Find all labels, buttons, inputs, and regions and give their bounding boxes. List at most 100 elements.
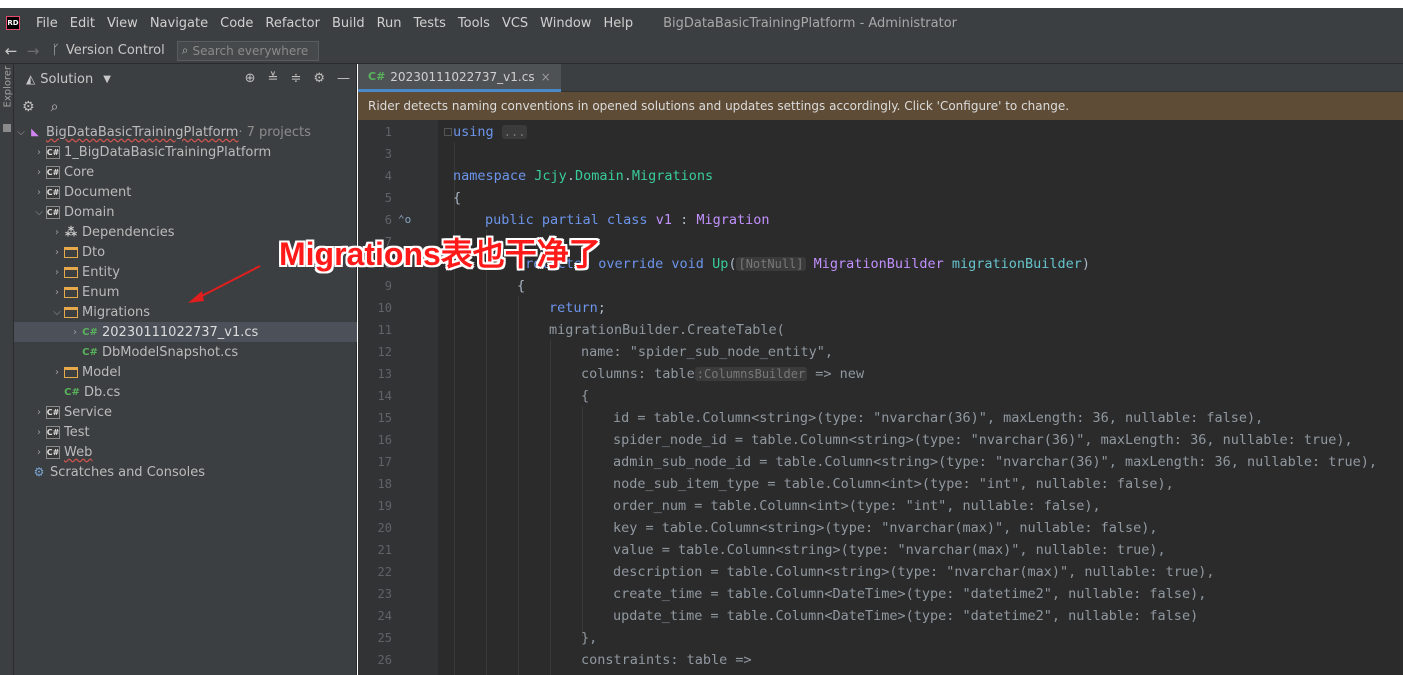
chevron-right-icon[interactable]: › xyxy=(32,187,46,198)
arrow-right-icon[interactable]: → xyxy=(22,42,44,60)
chevron-right-icon[interactable]: › xyxy=(32,167,46,178)
explorer-tool-window-button[interactable]: Explorer xyxy=(3,66,14,108)
banner-text: Rider detects naming conventions in open… xyxy=(368,99,1070,113)
chevron-right-icon[interactable]: › xyxy=(32,407,46,418)
locate-icon[interactable]: ⊕ xyxy=(245,71,256,86)
csharp-project-icon: C# xyxy=(46,185,60,199)
implements-gutter-icon[interactable]: ⌃o xyxy=(398,209,411,231)
menu-vcs[interactable]: VCS xyxy=(502,16,528,31)
code-line: 22 description = table.Column<string>(ty… xyxy=(358,561,1403,583)
chevron-down-icon[interactable]: ⌵ xyxy=(50,307,64,318)
search-icon: ⌕ xyxy=(181,43,189,57)
menu-help[interactable]: Help xyxy=(603,16,633,31)
tree-item-project[interactable]: ⌵ C# Domain xyxy=(14,202,357,222)
editor-tab-active[interactable]: C# 20230111022737_v1.cs × xyxy=(358,64,561,92)
fold-marker[interactable] xyxy=(444,128,452,136)
menu-build[interactable]: Build xyxy=(332,16,365,31)
tree-item-label: Domain xyxy=(64,204,115,220)
csharp-project-icon: C# xyxy=(46,205,60,219)
line-number: 11 xyxy=(377,323,392,337)
bookmark-icon[interactable] xyxy=(3,124,11,132)
tree-item-file[interactable]: C# Db.cs xyxy=(14,382,357,402)
chevron-right-icon[interactable]: › xyxy=(68,327,82,338)
chevron-right-icon[interactable]: › xyxy=(50,367,64,378)
code-line: 25 }, xyxy=(358,627,1403,649)
menu-navigate[interactable]: Navigate xyxy=(150,16,208,31)
line-number: 23 xyxy=(377,587,392,601)
code-line: 17 admin_sub_node_id = table.Column<stri… xyxy=(358,451,1403,473)
tree-item-project[interactable]: › C# Document xyxy=(14,182,357,202)
chevron-right-icon[interactable]: › xyxy=(50,247,64,258)
gear-icon[interactable]: ⚙ xyxy=(313,71,325,86)
menu-file[interactable]: File xyxy=(36,16,58,31)
tree-item-label: 20230111022737_v1.cs xyxy=(102,324,259,340)
menu-refactor[interactable]: Refactor xyxy=(265,16,320,31)
chevron-down-icon[interactable]: ⌵ xyxy=(14,127,28,138)
code-line: 20 key = table.Column<string>(type: "nva… xyxy=(358,517,1403,539)
code-text: value = table.Column<string>(type: "nvar… xyxy=(613,542,1166,558)
close-icon[interactable]: × xyxy=(541,70,551,84)
arrow-left-icon[interactable]: ← xyxy=(0,42,22,60)
menu-tools[interactable]: Tools xyxy=(458,16,490,31)
chevron-right-icon[interactable]: › xyxy=(50,267,64,278)
tree-item-label: Migrations xyxy=(82,304,151,320)
version-control-button[interactable]: ᚴ Version Control xyxy=(52,43,165,58)
folder-icon xyxy=(64,306,78,318)
tree-item-folder[interactable]: › Model xyxy=(14,362,357,382)
collapse-all-icon[interactable]: ≑ xyxy=(290,71,301,86)
tree-search-icon[interactable]: ⌕ xyxy=(51,99,59,115)
line-number: 15 xyxy=(377,411,392,425)
tree-item-solution[interactable]: ⌵ ◣ BigDataBasicTrainingPlatform · 7 pro… xyxy=(14,122,357,142)
annotation-arrow-line xyxy=(193,265,261,301)
line-number: 1 xyxy=(384,125,392,139)
menu-run[interactable]: Run xyxy=(377,16,402,31)
chevron-right-icon[interactable]: › xyxy=(50,227,64,238)
annotation-arrow xyxy=(188,265,261,303)
chevron-down-icon[interactable]: ⌵ xyxy=(32,207,46,218)
tree-item-project[interactable]: › C# Core xyxy=(14,162,357,182)
tree-item-project[interactable]: › C# Service xyxy=(14,402,357,422)
chevron-right-icon[interactable]: › xyxy=(32,147,46,158)
chevron-right-icon[interactable]: › xyxy=(32,427,46,438)
tree-item-project[interactable]: › C# Web xyxy=(14,442,357,462)
solution-explorer: ◭ Solution ▼ ⊕ ≚ ≑ ⚙ — ⚙ ⌕ ⌵ ◣ BigDataBa… xyxy=(14,64,357,675)
menu-window[interactable]: Window xyxy=(540,16,591,31)
code-editor[interactable]: 1 using ... 3 4 namespace Jcjy.Domain.Mi… xyxy=(358,120,1403,675)
search-everywhere-input[interactable]: ⌕ Search everywhere xyxy=(176,40,319,61)
code-text: update_time = table.Column<DateTime>(typ… xyxy=(613,608,1199,624)
tree-item-project[interactable]: › C# Test xyxy=(14,422,357,442)
top-edge xyxy=(0,0,1403,8)
line-number: 18 xyxy=(377,477,392,491)
expand-all-icon[interactable]: ≚ xyxy=(268,71,279,86)
tree-item-label: Entity xyxy=(82,264,120,280)
chevron-right-icon[interactable]: › xyxy=(32,447,46,458)
menu-edit[interactable]: Edit xyxy=(70,16,95,31)
code-line: 11 migrationBuilder.CreateTable( xyxy=(358,319,1403,341)
tree-item-project[interactable]: › C# 1_BigDataBasicTrainingPlatform xyxy=(14,142,357,162)
tree-item-label: Core xyxy=(64,164,95,180)
code-text: protected override void Up([NotNull] Mig… xyxy=(517,256,1091,272)
annotation-text: Migrations表也干净了 xyxy=(279,236,601,272)
menu-code[interactable]: Code xyxy=(220,16,253,31)
line-number: 20 xyxy=(377,521,392,535)
code-text: namespace Jcjy.Domain.Migrations xyxy=(453,168,714,184)
tree-item-file[interactable]: C# DbModelSnapshot.cs xyxy=(14,342,357,362)
tree-item-scratches[interactable]: ⚙ Scratches and Consoles xyxy=(14,462,357,482)
menu-view[interactable]: View xyxy=(107,16,138,31)
tree-settings-icon[interactable]: ⚙ xyxy=(22,99,35,115)
folder-icon xyxy=(64,366,78,378)
code-line: 3 xyxy=(358,143,1403,165)
code-text: return; xyxy=(549,300,606,316)
solution-icon: ◭ xyxy=(26,72,36,86)
tree-item-file-selected[interactable]: › C# 20230111022737_v1.cs xyxy=(14,322,357,342)
chevron-right-icon[interactable]: › xyxy=(50,287,64,298)
tree-item-label: DbModelSnapshot.cs xyxy=(102,344,239,360)
menu-tests[interactable]: Tests xyxy=(414,16,446,31)
code-line: 9 { xyxy=(358,275,1403,297)
csharp-project-icon: C# xyxy=(46,405,60,419)
code-text: columns: table:ColumnsBuilder => new xyxy=(581,366,865,382)
dependencies-icon: ⁂ xyxy=(64,225,78,239)
version-control-label: Version Control xyxy=(65,43,165,58)
csharp-file-icon: C# xyxy=(64,386,80,398)
minimize-icon[interactable]: — xyxy=(337,71,350,86)
